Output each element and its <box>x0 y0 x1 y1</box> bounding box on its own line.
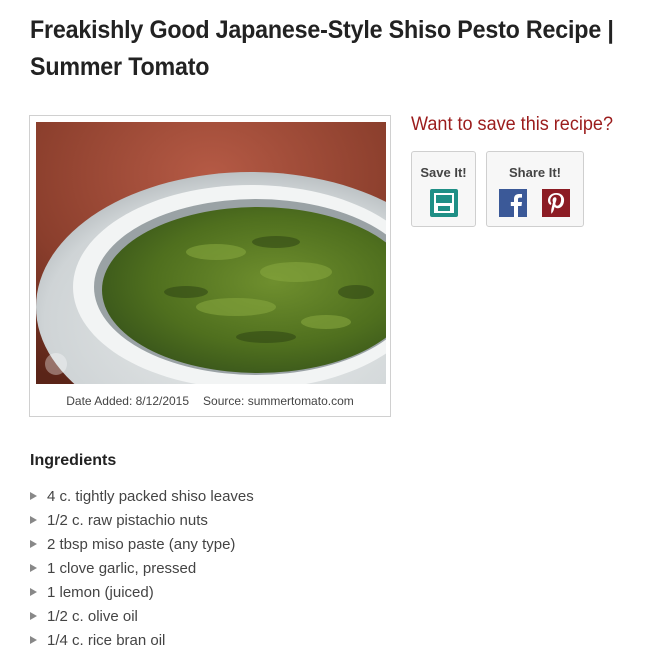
ingredient-text: 4 c. tightly packed shiso leaves <box>47 488 254 505</box>
ingredient-text: 1/2 c. raw pistachio nuts <box>47 512 208 529</box>
triangle-bullet-icon <box>30 612 37 620</box>
pinterest-icon[interactable] <box>542 189 570 217</box>
triangle-bullet-icon <box>30 492 37 500</box>
recipe-photo[interactable] <box>36 122 386 384</box>
share-it-label: Share It! <box>508 165 561 180</box>
ingredient-text: 1/2 c. olive oil <box>47 608 138 625</box>
ingredient-text: 2 tbsp miso paste (any type) <box>47 536 236 553</box>
triangle-bullet-icon <box>30 540 37 548</box>
ingredient-text: 1/4 c. rice bran oil <box>47 632 166 649</box>
ingredient-item: 4 c. tightly packed shiso leaves <box>30 485 254 509</box>
ingredient-text: 1 clove garlic, pressed <box>47 560 197 577</box>
ingredient-item: 1 lemon (juiced) <box>30 581 254 605</box>
save-floppy-icon[interactable] <box>430 189 458 217</box>
ingredient-item: 2 tbsp miso paste (any type) <box>30 533 254 557</box>
page-title: Freakishly Good Japanese-Style Shiso Pes… <box>30 16 614 81</box>
ingredients-list: 4 c. tightly packed shiso leaves 1/2 c. … <box>30 485 254 653</box>
triangle-bullet-icon <box>30 636 37 644</box>
recipe-photo-card: Date Added: 8/12/2015 Source: summertomat… <box>29 115 391 417</box>
save-it-box: Save It! <box>411 151 476 227</box>
triangle-bullet-icon <box>30 516 37 524</box>
ingredient-item: 1/4 c. rice bran oil <box>30 629 254 653</box>
save-recipe-heading: Want to save this recipe? <box>411 114 613 135</box>
save-it-label: Save It! <box>420 165 467 180</box>
photo-source: Source: summertomato.com <box>203 394 354 408</box>
triangle-bullet-icon <box>30 588 37 596</box>
ingredient-item: 1 clove garlic, pressed <box>30 557 254 581</box>
facebook-icon[interactable] <box>499 189 527 217</box>
ingredient-item: 1/2 c. raw pistachio nuts <box>30 509 254 533</box>
ingredient-text: 1 lemon (juiced) <box>47 584 154 601</box>
ingredients-heading: Ingredients <box>30 452 117 469</box>
photo-caption: Date Added: 8/12/2015 Source: summertomat… <box>30 394 390 408</box>
ingredient-item: 1/2 c. olive oil <box>30 605 254 629</box>
share-it-box: Share It! <box>486 151 584 227</box>
triangle-bullet-icon <box>30 564 37 572</box>
date-added: Date Added: 8/12/2015 <box>66 394 190 408</box>
